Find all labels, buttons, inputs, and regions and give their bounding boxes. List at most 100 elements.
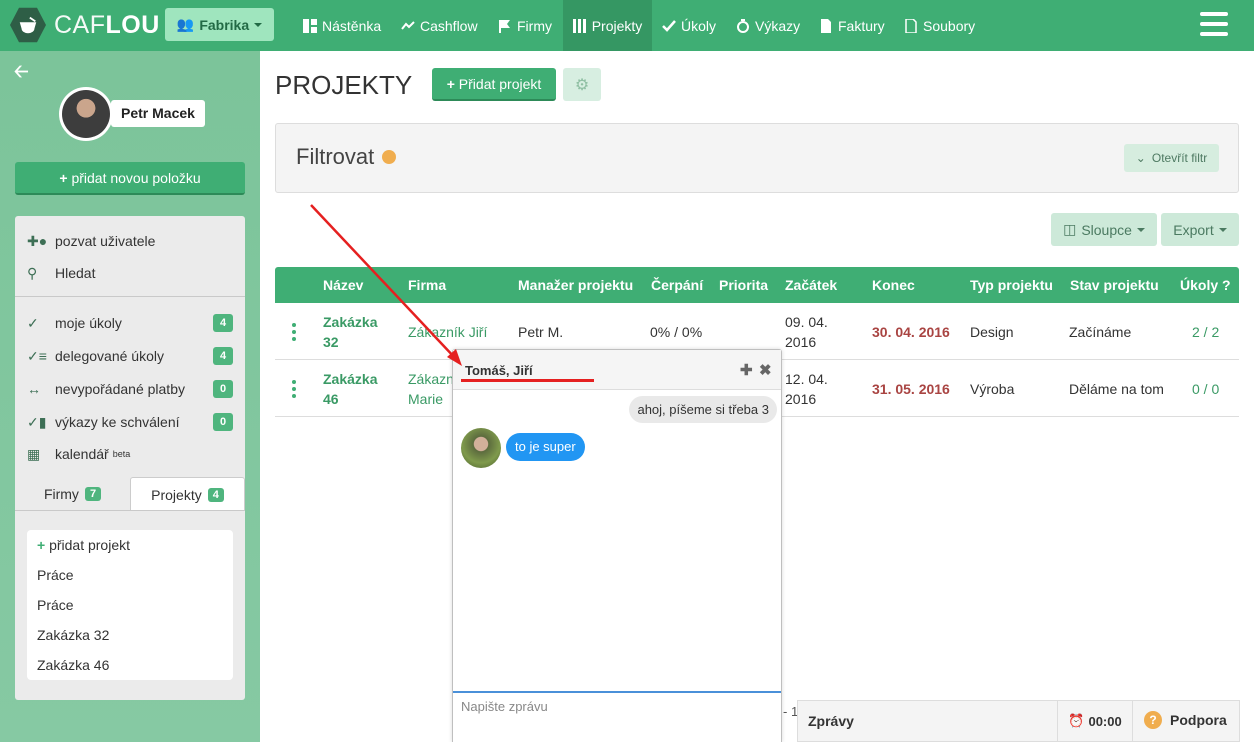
chat-header[interactable]: Tomáš, Jiří ✚ ✖ <box>453 350 781 390</box>
organization-dropdown-button[interactable]: 👥 Fabrika <box>165 8 274 41</box>
column-header-spend[interactable]: Čerpání <box>651 267 703 303</box>
project-start: 12. 04. 2016 <box>785 371 828 407</box>
question-icon: ? <box>1144 711 1162 729</box>
project-type: Design <box>970 324 1014 340</box>
settings-gear-button[interactable]: ⚙ <box>563 68 601 101</box>
export-dropdown-button[interactable]: Export <box>1161 213 1239 246</box>
project-firm[interactable]: Zákazník Jiří <box>408 322 487 342</box>
users-icon: 👥 <box>176 16 195 32</box>
check-icon <box>662 19 676 32</box>
project-name[interactable]: Zakázka 46 <box>323 369 377 409</box>
caret-down-icon <box>1136 227 1145 232</box>
project-list-item[interactable]: Zakázka 32 <box>37 627 109 643</box>
add-participant-icon[interactable]: ✚ <box>740 361 753 379</box>
column-header-firm[interactable]: Firma <box>408 267 446 303</box>
project-status: Začínáme <box>1069 324 1132 340</box>
nav-item-vykazy[interactable]: Výkazy <box>736 0 800 51</box>
project-tasks[interactable]: 0 / 0 <box>1192 379 1219 399</box>
sidebar: 🡠 Petr Macek + přidat novou položku ✚● p… <box>0 51 260 742</box>
caflou-logo[interactable]: CAFLOU <box>10 7 160 43</box>
divider <box>15 510 245 511</box>
columns-dropdown-button[interactable]: ◫ Sloupce <box>1051 213 1157 246</box>
user-avatar[interactable] <box>59 87 113 141</box>
nav-item-soubory[interactable]: Soubory <box>904 0 975 51</box>
column-header-start[interactable]: Začátek <box>785 267 837 303</box>
column-header-type[interactable]: Typ projektu <box>970 267 1053 303</box>
sidebar-item-invite-user[interactable]: ✚● pozvat uživatele <box>27 229 233 253</box>
timer[interactable]: ⏰ 00:00 <box>1057 701 1133 741</box>
count-badge: 4 <box>213 314 233 332</box>
project-status: Děláme na tom <box>1069 381 1164 397</box>
my-tasks-icon: ✓ <box>27 314 39 331</box>
nav-item-firmy[interactable]: Firmy <box>498 0 552 51</box>
sidebar-item-unsettled-payments[interactable]: ↔ nevypořádané platby 0 <box>27 377 233 401</box>
project-start: 09. 04. 2016 <box>785 314 828 350</box>
sidebar-item-my-tasks[interactable]: ✓ moje úkoly 4 <box>27 311 233 335</box>
open-filter-button[interactable]: ⌄ Otevřít filtr <box>1124 144 1219 172</box>
column-header-end[interactable]: Konec <box>872 267 915 303</box>
filter-status-dot <box>382 150 397 164</box>
columns-icon <box>572 18 586 33</box>
calendar-icon: ▦ <box>27 445 41 462</box>
nav-item-ukoly[interactable]: Úkoly <box>662 0 716 51</box>
project-tasks[interactable]: 2 / 2 <box>1192 322 1219 342</box>
close-icon[interactable]: ✖ <box>759 361 772 379</box>
caret-down-icon <box>254 22 263 27</box>
project-list-item[interactable]: Zakázka 46 <box>37 657 109 673</box>
project-firm[interactable]: Zákazn Marie <box>408 369 454 409</box>
nav-item-faktury[interactable]: Faktury <box>819 0 885 51</box>
caret-down-icon <box>1218 227 1227 232</box>
sidebar-panel: ✚● pozvat uživatele ⚲ Hledat ✓ moje úkol… <box>15 216 245 700</box>
nav-item-nastenka[interactable]: Nástěnka <box>303 0 381 51</box>
nav-item-projekty[interactable]: Projekty <box>563 0 652 51</box>
hamburger-menu-icon[interactable] <box>1200 12 1228 36</box>
chat-window: Tomáš, Jiří ✚ ✖ ahoj, píšeme si třeba 3 … <box>452 349 782 742</box>
sender-avatar <box>461 428 501 468</box>
project-manager: Petr M. <box>518 324 564 340</box>
logo-hexagon-icon <box>10 7 46 43</box>
row-actions-menu-icon[interactable] <box>292 323 296 341</box>
stopwatch-icon <box>737 18 749 33</box>
messages-tab[interactable]: Zprávy <box>808 713 854 729</box>
add-project-link[interactable]: + přidat projekt <box>37 537 130 553</box>
search-icon: ⚲ <box>27 264 38 281</box>
add-new-item-button[interactable]: + přidat novou položku <box>15 162 245 195</box>
nav-item-cashflow[interactable]: Cashflow <box>401 0 478 51</box>
user-name[interactable]: Petr Macek <box>111 100 205 127</box>
column-header-manager[interactable]: Manažer projektu <box>518 267 633 303</box>
project-spend: 0% / 0% <box>650 324 703 340</box>
add-project-button[interactable]: + Přidat projekt <box>432 68 556 101</box>
chat-message-input[interactable] <box>453 691 781 742</box>
sidebar-item-delegated-tasks[interactable]: ✓≡ delegované úkoly 4 <box>27 344 233 368</box>
bottom-bar: Zprávy ⏰ 00:00 ? Podpora <box>797 700 1240 742</box>
user-plus-icon: ✚● <box>27 232 48 249</box>
top-navbar: CAFLOU 👥 Fabrika Nástěnka Cashflow Firmy… <box>0 0 1254 51</box>
column-header-name[interactable]: Název <box>323 267 363 303</box>
column-header-priority[interactable]: Priorita <box>719 267 768 303</box>
row-actions-menu-icon[interactable] <box>292 380 296 398</box>
divider <box>15 296 245 297</box>
project-end: 30. 04. 2016 <box>872 324 950 340</box>
count-badge: 0 <box>213 413 233 431</box>
project-name[interactable]: Zakázka 32 <box>323 312 377 352</box>
sidebar-item-search[interactable]: ⚲ Hledat <box>27 261 233 285</box>
count-badge: 0 <box>213 380 233 398</box>
chevron-down-icon: ⌄ <box>1135 151 1146 165</box>
sidebar-tabs: Firmy 7 Projekty 4 <box>15 477 245 511</box>
count-badge: 4 <box>213 347 233 365</box>
project-list-item[interactable]: Práce <box>37 567 74 583</box>
support-button[interactable]: ? Podpora <box>1144 711 1227 729</box>
pagination-fragment: - 1 <box>783 704 799 719</box>
delegated-tasks-icon: ✓≡ <box>27 347 47 364</box>
columns-icon: ◫ <box>1063 221 1077 237</box>
tab-projekty[interactable]: Projekty 4 <box>130 477 245 511</box>
column-header-tasks[interactable]: Úkoly ? <box>1180 267 1231 303</box>
tab-firmy[interactable]: Firmy 7 <box>15 477 130 511</box>
column-header-status[interactable]: Stav projektu <box>1070 267 1159 303</box>
project-list-item[interactable]: Práce <box>37 597 74 613</box>
sidebar-item-calendar[interactable]: ▦ kalendář beta <box>27 442 233 466</box>
sidebar-item-reports-approval[interactable]: ✓▮ výkazy ke schválení 0 <box>27 410 233 434</box>
count-badge: 4 <box>207 487 224 502</box>
back-arrow-icon[interactable]: 🡠 <box>14 59 29 89</box>
alarm-clock-icon: ⏰ <box>1068 713 1085 728</box>
